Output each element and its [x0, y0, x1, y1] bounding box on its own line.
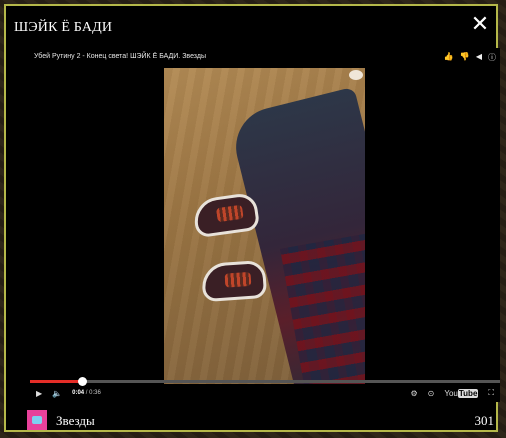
captions-icon[interactable]: ⊙ [428, 389, 435, 398]
video-title[interactable]: Убей Рутину 2 - Конец света! ШЭЙК Ё БАДИ… [34, 53, 206, 60]
right-controls: ⚙ ⊙ YouTube ⛶ [411, 388, 494, 398]
time-total: 0:36 [89, 390, 101, 396]
volume-icon[interactable]: 🔈 [52, 389, 62, 398]
video-actions: 👍 👎 ◀ ⓘ [444, 52, 496, 63]
dislike-icon[interactable]: 👎 [460, 52, 470, 63]
close-icon[interactable]: ✕ [470, 13, 490, 35]
channel-name[interactable]: Звезды [56, 413, 95, 429]
progress-thumb[interactable] [77, 377, 87, 386]
settings-icon[interactable]: ⚙ [411, 389, 418, 398]
view-count: 301 [474, 413, 495, 428]
modal-title: ШЭЙК Ё БАДИ [14, 20, 113, 35]
time-current: 0:04 [72, 390, 85, 396]
fullscreen-icon[interactable]: ⛶ [488, 388, 494, 398]
progress-fill [30, 380, 82, 383]
player-controls: ▶ 🔈 0:04 / 0:36 ⚙ ⊙ YouTube ⛶ [26, 386, 500, 400]
light-spot [349, 70, 363, 80]
play-icon[interactable]: ▶ [36, 389, 42, 398]
youtube-logo[interactable]: YouTube [444, 388, 479, 398]
cup-icon[interactable] [27, 410, 47, 430]
video-player[interactable]: Убей Рутину 2 - Конец света! ШЭЙК Ё БАДИ… [26, 48, 500, 402]
youtube-box: Tube [457, 388, 479, 398]
youtube-label: You [444, 388, 458, 398]
modal-footer: Звезды 301 [26, 410, 496, 432]
share-icon[interactable]: ◀ [476, 52, 482, 63]
progress-bar[interactable] [30, 377, 500, 386]
video-frame[interactable] [164, 68, 365, 384]
video-modal: ШЭЙК Ё БАДИ ✕ Убей Рутину 2 - Конец свет… [4, 4, 500, 432]
like-icon[interactable]: 👍 [444, 52, 454, 63]
time-display: 0:04 / 0:36 [72, 390, 101, 396]
info-icon[interactable]: ⓘ [488, 52, 496, 63]
